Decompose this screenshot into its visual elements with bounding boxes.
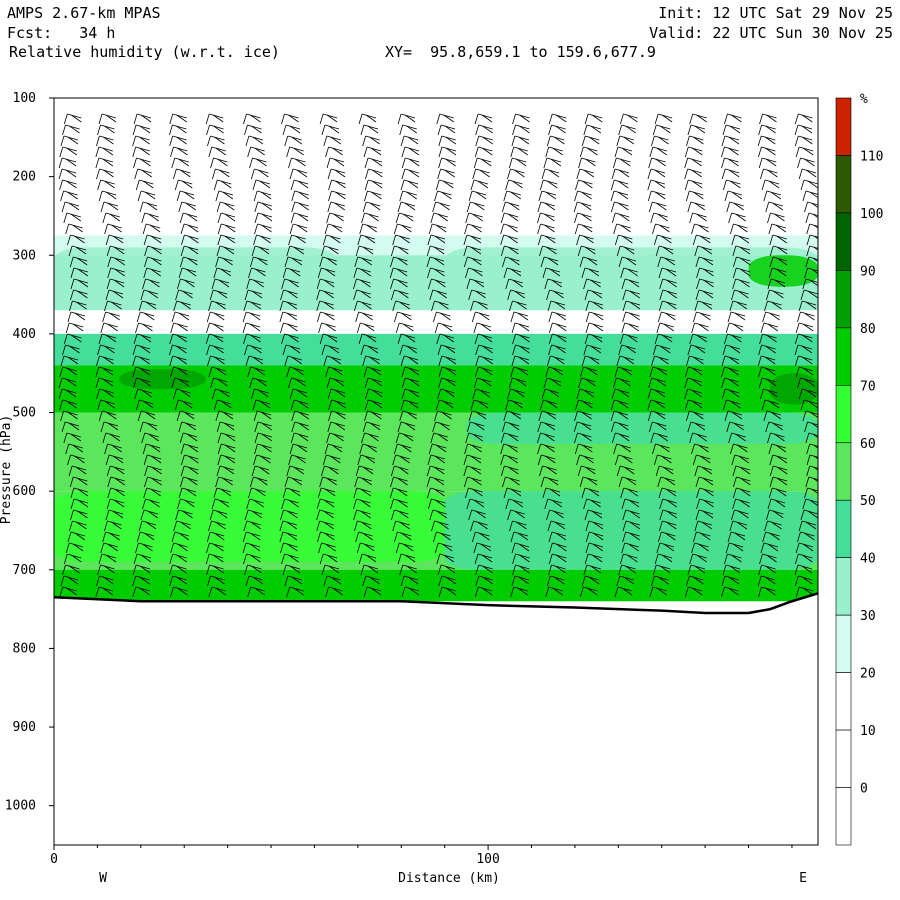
west-label: W xyxy=(99,871,107,886)
rh-patch-6 xyxy=(770,373,818,405)
colorbar-label: 90 xyxy=(860,264,876,279)
y-tick-label: 800 xyxy=(13,641,36,656)
colorbar-label: 20 xyxy=(860,667,876,682)
y-tick-label: 500 xyxy=(13,406,36,421)
terrain-ground xyxy=(54,593,818,845)
colorbar-swatch xyxy=(835,270,852,329)
y-tick-label: 200 xyxy=(13,170,36,185)
y-tick-label: 700 xyxy=(13,563,36,578)
colorbar-swatch xyxy=(835,327,852,386)
colorbar-label: 30 xyxy=(860,609,876,624)
cross-section-chart: 10020030040050060070080090010000 100Dista… xyxy=(0,91,883,886)
rh-layer-4 xyxy=(54,333,818,366)
colorbar-swatch xyxy=(835,97,852,156)
colorbar-label: 80 xyxy=(860,322,876,337)
colorbar-swatch xyxy=(835,787,852,846)
x-axis-title: Distance (km) xyxy=(398,871,500,886)
y-tick-label: 400 xyxy=(13,327,36,342)
colorbar-label: 10 xyxy=(860,724,876,739)
rh-layer-0 xyxy=(54,98,818,236)
colorbar-swatch xyxy=(835,212,852,271)
colorbar-label: 50 xyxy=(860,494,876,509)
y-tick-label: 300 xyxy=(13,248,36,263)
colorbar-swatch xyxy=(835,155,852,214)
colorbar-swatch xyxy=(835,442,852,501)
y-tick-label: 900 xyxy=(13,720,36,735)
colorbar-swatch xyxy=(835,557,852,616)
rh-patch-0 xyxy=(119,369,206,389)
colorbar-label: 70 xyxy=(860,379,876,394)
y-tick-label: 600 xyxy=(13,484,36,499)
colorbar-label: 40 xyxy=(860,552,876,567)
colorbar-label: 60 xyxy=(860,437,876,452)
colorbar-unit: % xyxy=(860,92,868,107)
colorbar-swatch xyxy=(835,614,852,673)
y-axis-title: Pressure (hPa) xyxy=(0,415,14,525)
colorbar-label: 110 xyxy=(860,149,883,164)
east-label: E xyxy=(799,871,807,886)
colorbar-swatch xyxy=(835,385,852,444)
y-tick-label: 100 xyxy=(13,91,36,106)
colorbar-label: 100 xyxy=(860,207,883,222)
colorbar-label: 0 xyxy=(860,782,868,797)
colorbar-swatch xyxy=(835,729,852,788)
colorbar-swatch xyxy=(835,499,852,558)
x-tick-label: 0 xyxy=(50,852,58,867)
colorbar-swatch xyxy=(835,672,852,731)
x-tick-label: 100 xyxy=(476,852,499,867)
rh-layer-8 xyxy=(54,569,818,602)
rh-patch-5 xyxy=(54,491,445,562)
y-tick-label: 1000 xyxy=(5,799,36,814)
